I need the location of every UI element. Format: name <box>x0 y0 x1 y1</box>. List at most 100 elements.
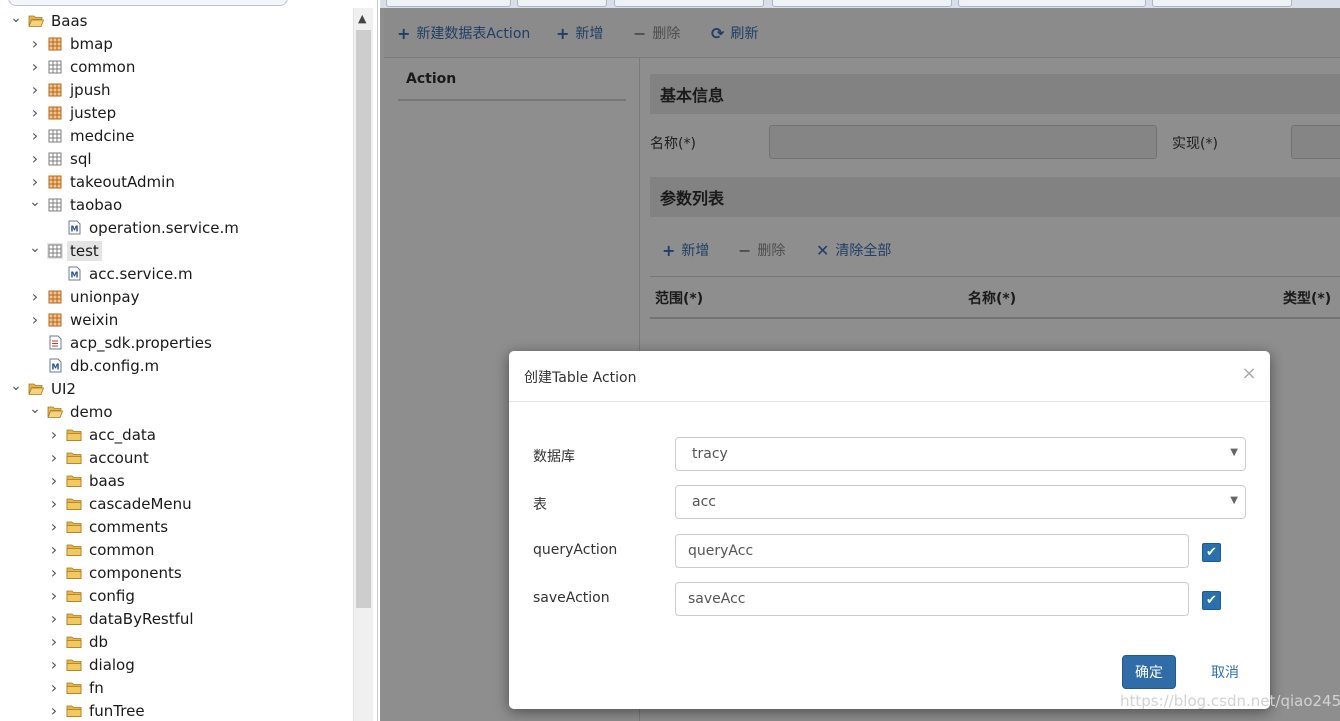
chevron-right-icon[interactable]: › <box>28 172 42 191</box>
save-action-label: saveAction <box>533 590 610 606</box>
database-value: tracy <box>692 446 728 462</box>
tree-item[interactable]: ⌄ taobao <box>28 193 125 216</box>
chevron-right-icon[interactable]: › <box>47 563 61 582</box>
editor-tab-active[interactable] <box>1152 0 1292 7</box>
chevron-down-icon[interactable]: ⌄ <box>9 10 23 26</box>
tree-item[interactable]: › takeoutAdmin <box>28 170 178 193</box>
table-select[interactable]: acc ▼ <box>675 485 1246 519</box>
tree-item[interactable]: acp_sdk.properties <box>28 331 215 354</box>
plus-icon: + <box>397 23 411 43</box>
tree-item[interactable]: › cascadeMenu <box>47 492 195 515</box>
chevron-right-icon[interactable]: › <box>28 103 42 122</box>
param-delete-button[interactable]: − 删除 <box>738 230 785 270</box>
editor-tab[interactable] <box>958 0 1146 7</box>
tree-item[interactable]: › baas <box>47 469 128 492</box>
clear-all-button[interactable]: ✕ 清除全部 <box>816 230 891 270</box>
tree-item[interactable]: Macc.service.m <box>47 262 196 285</box>
column-header-scope[interactable]: 范围(*) <box>655 277 703 318</box>
chevron-right-icon[interactable]: › <box>28 287 42 306</box>
chevron-right-icon[interactable]: › <box>28 34 42 53</box>
delete-button[interactable]: − 删除 <box>633 8 680 58</box>
impl-field[interactable] <box>1291 125 1340 159</box>
package-empty-icon <box>47 59 63 75</box>
param-add-button[interactable]: + 新增 <box>662 230 709 270</box>
name-field[interactable] <box>769 125 1157 159</box>
chevron-right-icon[interactable]: › <box>47 586 61 605</box>
chevron-right-icon[interactable]: › <box>28 310 42 329</box>
tree-item-label: justep <box>70 103 117 122</box>
tree-item[interactable]: › justep <box>28 101 119 124</box>
editor-tab[interactable] <box>386 0 511 7</box>
package-empty-icon <box>47 128 63 144</box>
chevron-right-icon[interactable]: › <box>47 540 61 559</box>
tree-item[interactable]: › funTree <box>47 699 148 721</box>
package-icon <box>47 174 63 190</box>
save-action-input[interactable]: saveAcc <box>675 582 1189 616</box>
chevron-right-icon[interactable]: › <box>47 494 61 513</box>
query-action-value: queryAcc <box>688 543 754 559</box>
query-action-checkbox[interactable]: ✔ <box>1202 543 1221 562</box>
tree-item[interactable]: ⌄ UI2 <box>9 377 79 400</box>
tree-item[interactable]: › acc_data <box>47 423 159 446</box>
editor-tab[interactable] <box>772 0 952 7</box>
close-icon[interactable]: × <box>1241 363 1257 384</box>
tree-item[interactable]: › sql <box>28 147 95 170</box>
chevron-right-icon[interactable]: › <box>47 471 61 490</box>
column-header-type[interactable]: 类型(*) <box>1283 277 1331 318</box>
chevron-right-icon[interactable]: › <box>47 517 61 536</box>
chevron-right-icon[interactable]: › <box>47 609 61 628</box>
tree-item[interactable]: › account <box>47 446 152 469</box>
tree-item[interactable]: Moperation.service.m <box>47 216 242 239</box>
chevron-right-icon[interactable]: › <box>47 448 61 467</box>
chevron-right-icon[interactable]: › <box>28 57 42 76</box>
tree-item[interactable]: Mdb.config.m <box>28 354 162 377</box>
tree-item[interactable]: › jpush <box>28 78 114 101</box>
chevron-right-icon[interactable]: › <box>28 80 42 99</box>
scrollbar-thumb[interactable] <box>356 30 371 608</box>
scroll-up-icon[interactable]: ▲ <box>358 12 366 25</box>
tree-item[interactable]: › fn <box>47 676 107 699</box>
chevron-right-icon[interactable]: › <box>47 678 61 697</box>
tree-item[interactable]: › medcine <box>28 124 138 147</box>
chevron-down-icon[interactable]: ⌄ <box>28 240 42 256</box>
column-header-name[interactable]: 名称(*) <box>968 277 1016 318</box>
tree-item[interactable]: › components <box>47 561 185 584</box>
query-action-input[interactable]: queryAcc <box>675 534 1189 568</box>
tree-item[interactable]: ⌄ demo <box>28 400 116 423</box>
tree-item[interactable]: ⌄ test <box>28 239 102 262</box>
database-select[interactable]: tracy ▼ <box>675 437 1246 471</box>
tree-item[interactable]: › dataByRestful <box>47 607 197 630</box>
chevron-right-icon[interactable]: › <box>47 425 61 444</box>
tree-item[interactable]: › common <box>47 538 157 561</box>
chevron-down-icon[interactable]: ⌄ <box>28 401 42 417</box>
tree-item[interactable]: › config <box>47 584 138 607</box>
new-table-action-button[interactable]: + 新建数据表Action <box>397 8 530 58</box>
save-action-checkbox[interactable]: ✔ <box>1202 591 1221 610</box>
view-tab-fragment <box>0 0 300 8</box>
tree-item[interactable]: › db <box>47 630 111 653</box>
tree-scrollbar[interactable]: ▲ <box>353 8 373 721</box>
chevron-down-icon[interactable]: ⌄ <box>28 194 42 210</box>
chevron-right-icon[interactable]: › <box>28 126 42 145</box>
chevron-right-icon[interactable]: › <box>47 655 61 674</box>
cancel-button[interactable]: 取消 <box>1200 655 1250 689</box>
chevron-right-icon[interactable]: › <box>28 149 42 168</box>
package-empty-icon <box>47 242 63 259</box>
tree-item[interactable]: ⌄ Baas <box>9 9 91 32</box>
chevron-right-icon[interactable]: › <box>47 701 61 720</box>
tree-item[interactable]: › dialog <box>47 653 138 676</box>
tree-item[interactable]: › comments <box>47 515 171 538</box>
chevron-right-icon[interactable]: › <box>47 632 61 651</box>
confirm-button[interactable]: 确定 <box>1122 655 1176 689</box>
tree-item-label: fn <box>89 678 104 697</box>
refresh-button[interactable]: ⟳ 刷新 <box>711 8 758 58</box>
tree-item[interactable]: › weixin <box>28 308 121 331</box>
tree-item[interactable]: › unionpay <box>28 285 142 308</box>
add-button[interactable]: + 新增 <box>556 8 603 58</box>
editor-tab[interactable] <box>517 0 607 7</box>
tree-item[interactable]: › common <box>28 55 138 78</box>
chevron-down-icon[interactable]: ⌄ <box>9 378 23 394</box>
editor-tab[interactable] <box>614 0 764 7</box>
tree-item[interactable]: › bmap <box>28 32 116 55</box>
